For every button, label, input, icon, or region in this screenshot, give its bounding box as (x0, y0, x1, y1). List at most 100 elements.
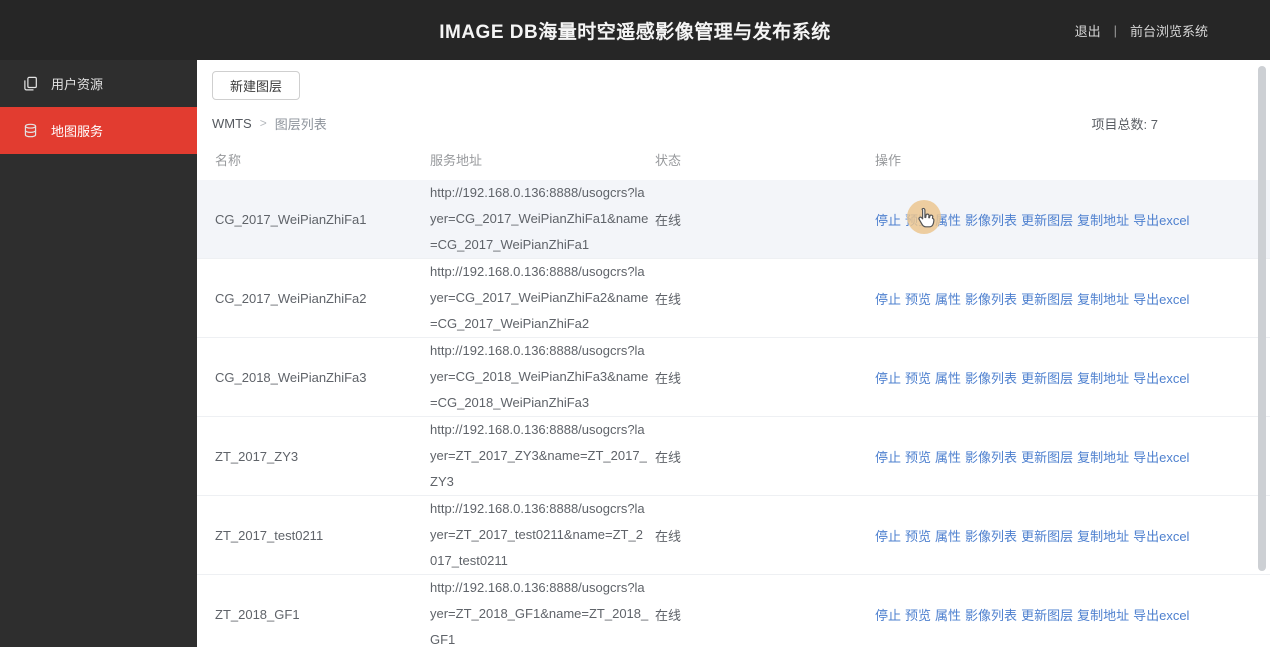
action-stop[interactable]: 停止 (875, 213, 901, 228)
action-update-layer[interactable]: 更新图层 (1021, 529, 1073, 544)
table-row: ZT_2018_GF1 http://192.168.0.136:8888/us… (197, 575, 1270, 647)
action-properties[interactable]: 属性 (935, 608, 961, 623)
action-preview[interactable]: 预览 (905, 608, 931, 623)
service-url-cell: http://192.168.0.136:8888/usogcrs?layer=… (430, 343, 649, 410)
action-preview[interactable]: 预览 (905, 371, 931, 386)
breadcrumb-item-wmts[interactable]: WMTS (212, 116, 252, 131)
action-stop[interactable]: 停止 (875, 608, 901, 623)
app-window: IMAGE DB海量时空遥感影像管理与发布系统 退出 | 前台浏览系统 用户资源 (0, 0, 1270, 647)
layer-name-cell: ZT_2017_ZY3 (215, 448, 299, 464)
action-export-excel[interactable]: 导出excel (1133, 450, 1189, 465)
operations-cell: 停止 预览 属性 影像列表 更新图层 复制地址 导出excel (875, 605, 1270, 624)
status-badge: 在线 (655, 291, 682, 307)
action-export-excel[interactable]: 导出excel (1133, 292, 1189, 307)
action-preview[interactable]: 预览 (905, 450, 931, 465)
action-image-list[interactable]: 影像列表 (965, 371, 1017, 386)
operations-cell: 停止 预览 属性 影像列表 更新图层 复制地址 导出excel (875, 210, 1270, 229)
action-image-list[interactable]: 影像列表 (965, 450, 1017, 465)
scrollbar-thumb[interactable] (1258, 66, 1266, 571)
layer-name-cell: CG_2017_WeiPianZhiFa1 (215, 211, 367, 227)
layer-name-cell: CG_2017_WeiPianZhiFa2 (215, 290, 367, 306)
sidebar: 用户资源 地图服务 (0, 60, 197, 647)
new-layer-button[interactable]: 新建图层 (212, 71, 301, 100)
column-header-status: 状态 (655, 153, 682, 168)
action-image-list[interactable]: 影像列表 (965, 213, 1017, 228)
sidebar-item-user-resources[interactable]: 用户资源 (0, 60, 197, 107)
table-row: CG_2017_WeiPianZhiFa1 http://192.168.0.1… (197, 180, 1270, 259)
action-update-layer[interactable]: 更新图层 (1021, 450, 1073, 465)
sidebar-item-label: 地图服务 (51, 124, 104, 139)
table-row: ZT_2017_test0211 http://192.168.0.136:88… (197, 496, 1270, 575)
breadcrumb-row: WMTS > 图层列表 项目总数: 7 (212, 114, 1270, 132)
header-actions: 退出 | 前台浏览系统 (1075, 0, 1208, 60)
vertical-scrollbar[interactable] (1258, 60, 1266, 647)
action-copy-address[interactable]: 复制地址 (1077, 450, 1129, 465)
action-preview[interactable]: 预览 (905, 213, 931, 228)
service-url-cell: http://192.168.0.136:8888/usogcrs?layer=… (430, 501, 645, 568)
column-header-service-url: 服务地址 (430, 153, 483, 168)
action-stop[interactable]: 停止 (875, 292, 901, 307)
service-url-cell: http://192.168.0.136:8888/usogcrs?layer=… (430, 580, 649, 647)
operations-cell: 停止 预览 属性 影像列表 更新图层 复制地址 导出excel (875, 289, 1270, 308)
action-copy-address[interactable]: 复制地址 (1077, 608, 1129, 623)
toolbar: 新建图层 (197, 60, 1270, 100)
layer-name-cell: ZT_2018_GF1 (215, 606, 300, 622)
action-export-excel[interactable]: 导出excel (1133, 371, 1189, 386)
column-header-name: 名称 (215, 153, 242, 168)
sidebar-item-map-services[interactable]: 地图服务 (0, 107, 197, 154)
action-properties[interactable]: 属性 (935, 213, 961, 228)
action-preview[interactable]: 预览 (905, 292, 931, 307)
action-export-excel[interactable]: 导出excel (1133, 213, 1189, 228)
action-export-excel[interactable]: 导出excel (1133, 608, 1189, 623)
breadcrumb-item-layer-list: 图层列表 (274, 116, 327, 132)
operations-cell: 停止 预览 属性 影像列表 更新图层 复制地址 导出excel (875, 368, 1270, 387)
table-header-row: 名称 服务地址 状态 操作 (197, 132, 1270, 180)
action-image-list[interactable]: 影像列表 (965, 608, 1017, 623)
table-row: ZT_2017_ZY3 http://192.168.0.136:8888/us… (197, 417, 1270, 496)
layer-name-cell: CG_2018_WeiPianZhiFa3 (215, 369, 367, 385)
front-system-link[interactable]: 前台浏览系统 (1130, 21, 1208, 40)
table-body: CG_2017_WeiPianZhiFa1 http://192.168.0.1… (197, 180, 1270, 647)
action-copy-address[interactable]: 复制地址 (1077, 292, 1129, 307)
breadcrumb: WMTS > 图层列表 (212, 114, 327, 133)
service-url-cell: http://192.168.0.136:8888/usogcrs?layer=… (430, 185, 649, 252)
action-preview[interactable]: 预览 (905, 529, 931, 544)
action-copy-address[interactable]: 复制地址 (1077, 213, 1129, 228)
action-properties[interactable]: 属性 (935, 529, 961, 544)
column-header-operations: 操作 (875, 153, 902, 168)
total-count-label: 项目总数: 7 (1091, 116, 1158, 132)
status-badge: 在线 (655, 607, 682, 623)
action-properties[interactable]: 属性 (935, 292, 961, 307)
action-stop[interactable]: 停止 (875, 450, 901, 465)
action-update-layer[interactable]: 更新图层 (1021, 292, 1073, 307)
action-properties[interactable]: 属性 (935, 450, 961, 465)
action-image-list[interactable]: 影像列表 (965, 529, 1017, 544)
action-image-list[interactable]: 影像列表 (965, 292, 1017, 307)
app-title: IMAGE DB海量时空遥感影像管理与发布系统 (439, 21, 831, 43)
action-update-layer[interactable]: 更新图层 (1021, 608, 1073, 623)
layer-name-cell: ZT_2017_test0211 (215, 527, 324, 543)
main-content: 新建图层 WMTS > 图层列表 项目总数: 7 名称 服务地址 状态 操作 C… (197, 60, 1270, 647)
documents-icon (23, 76, 38, 91)
top-header-bar: IMAGE DB海量时空遥感影像管理与发布系统 退出 | 前台浏览系统 (0, 0, 1270, 60)
status-badge: 在线 (655, 528, 682, 544)
sidebar-item-label: 用户资源 (51, 77, 104, 92)
service-url-cell: http://192.168.0.136:8888/usogcrs?layer=… (430, 264, 649, 331)
database-icon (23, 123, 38, 138)
status-badge: 在线 (655, 212, 682, 228)
action-stop[interactable]: 停止 (875, 529, 901, 544)
action-copy-address[interactable]: 复制地址 (1077, 529, 1129, 544)
status-badge: 在线 (655, 370, 682, 386)
action-update-layer[interactable]: 更新图层 (1021, 371, 1073, 386)
table-row: CG_2017_WeiPianZhiFa2 http://192.168.0.1… (197, 259, 1270, 338)
logout-link[interactable]: 退出 (1075, 21, 1101, 40)
status-badge: 在线 (655, 449, 682, 465)
action-export-excel[interactable]: 导出excel (1133, 529, 1189, 544)
action-copy-address[interactable]: 复制地址 (1077, 371, 1129, 386)
operations-cell: 停止 预览 属性 影像列表 更新图层 复制地址 导出excel (875, 526, 1270, 545)
action-stop[interactable]: 停止 (875, 371, 901, 386)
action-properties[interactable]: 属性 (935, 371, 961, 386)
action-update-layer[interactable]: 更新图层 (1021, 213, 1073, 228)
header-divider: | (1113, 22, 1117, 38)
operations-cell: 停止 预览 属性 影像列表 更新图层 复制地址 导出excel (875, 447, 1270, 466)
